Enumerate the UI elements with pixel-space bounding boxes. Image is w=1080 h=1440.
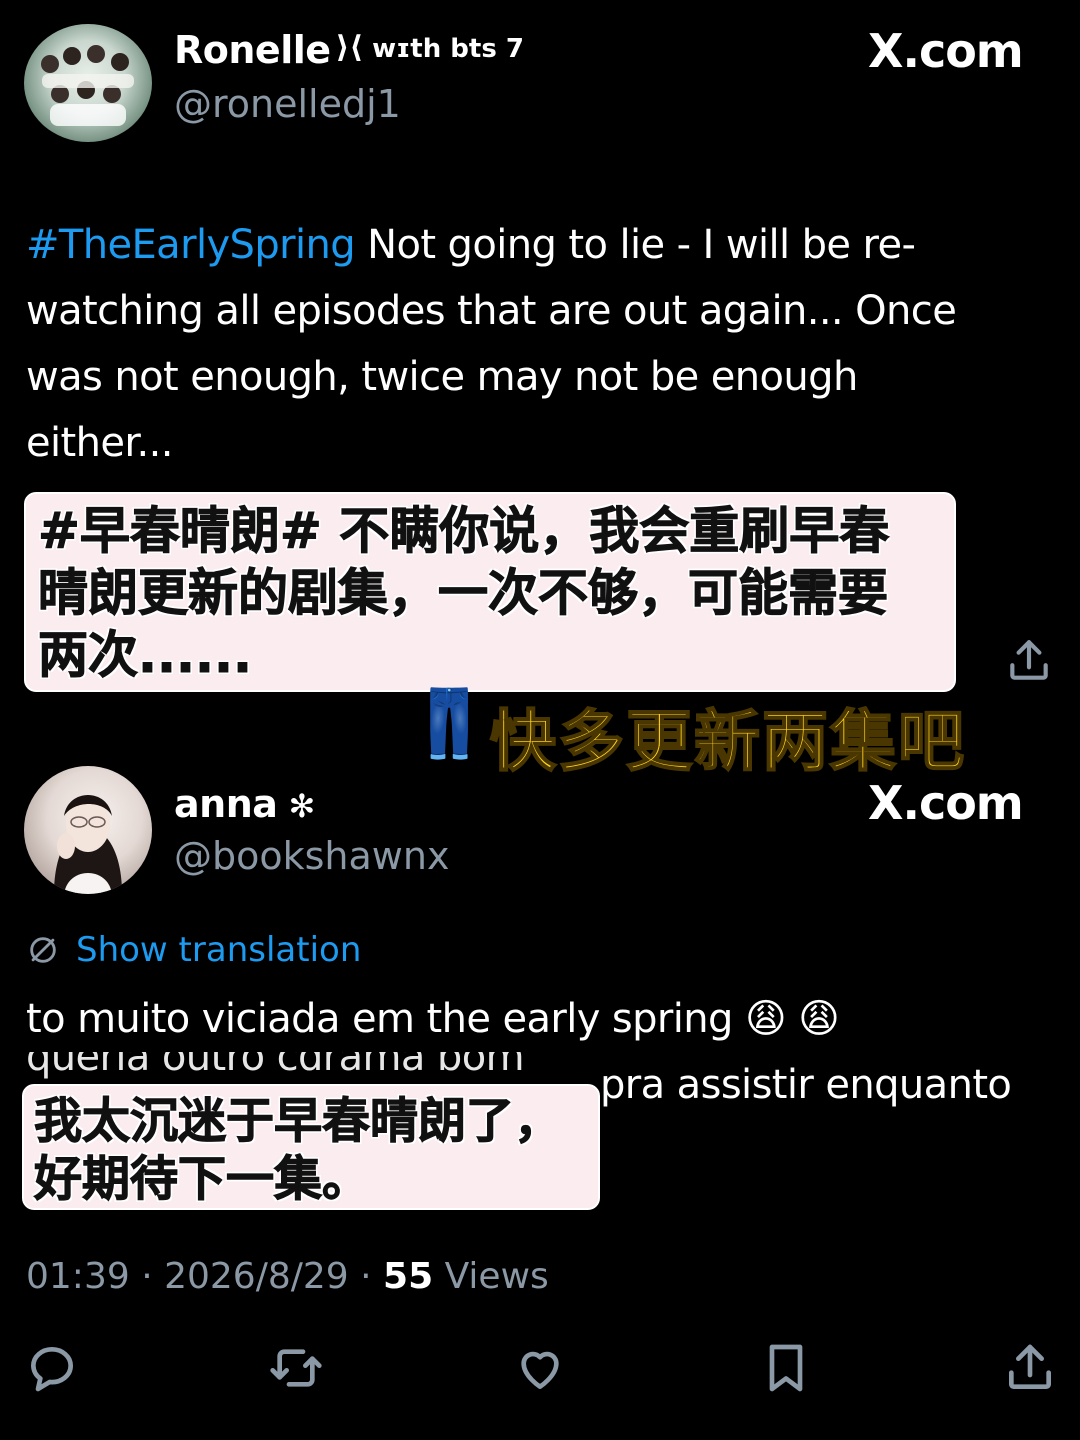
- subtitle-line: #早春晴朗# 不瞒你说，我会重刷早春: [38, 502, 890, 561]
- tweet1-display-name[interactable]: Ronelle: [174, 28, 331, 72]
- tweet2-source-watermark: X.com: [868, 776, 1024, 830]
- hashtag-link[interactable]: #TheEarlySpring: [26, 222, 356, 268]
- group-photo-avatar-image: [41, 45, 134, 126]
- overlay-caption: 快多更新两集吧: [489, 702, 966, 781]
- subtitle-line: 好期待下一集。: [34, 1151, 371, 1208]
- portrait-avatar-image: [54, 795, 122, 894]
- tweet2-display-name[interactable]: anna: [174, 782, 278, 826]
- flower-badge-icon: ✻: [288, 787, 316, 825]
- show-translation-link[interactable]: Show translation: [26, 930, 361, 970]
- tweet1-chinese-subtitle: #早春晴朗# 不瞒你说，我会重刷早春 晴朗更新的剧集，一次不够，可能需要 两次.…: [24, 492, 956, 692]
- reply-icon[interactable]: [24, 1340, 80, 1396]
- views-count: 55: [383, 1256, 434, 1297]
- like-icon[interactable]: [512, 1340, 568, 1396]
- tweet2-metadata: 01:39 · 2026/8/29 · 55 Views: [26, 1256, 549, 1297]
- tweet2-text-line2: pra assistir enquanto: [600, 1062, 1012, 1108]
- share-icon[interactable]: [1004, 636, 1054, 686]
- subtitle-line: 两次......: [38, 626, 253, 685]
- post-date[interactable]: 2026/8/29: [164, 1256, 349, 1297]
- weary-face-emoji-icon: 😩 😩: [744, 996, 840, 1042]
- avatar-anna[interactable]: [24, 766, 152, 894]
- tweet1-text: #TheEarlySpring Not going to lie - I wil…: [26, 212, 1056, 476]
- bookmark-icon[interactable]: [758, 1340, 814, 1396]
- tweet2-chinese-subtitle: 我太沉迷于早春晴朗了， 好期待下一集。: [22, 1084, 600, 1210]
- show-translation-label: Show translation: [76, 930, 362, 970]
- tweet2-author-line: anna ✻: [174, 782, 315, 826]
- tweet1-text-line4: either...: [26, 420, 173, 466]
- tweet1-name-suffix: ⟩⟨ wɪth bts 7: [335, 29, 524, 65]
- tweet1-handle[interactable]: @ronelledj1: [174, 82, 401, 126]
- translate-icon: [26, 933, 60, 967]
- tweet2-text-line1: to muito viciada em the early spring 😩 😩: [26, 996, 840, 1042]
- tweet2-text: to muito viciada em the early spring 😩 😩: [26, 986, 1056, 1052]
- jeans-emoji-icon: 👖: [408, 685, 491, 762]
- tweet1-text-line3: was not enough, twice may not be enough: [26, 354, 858, 400]
- tweet2-handle[interactable]: @bookshawnx: [174, 834, 449, 878]
- subtitle-line: 我太沉迷于早春晴朗了，: [34, 1093, 563, 1150]
- tweet1-text-line1: #TheEarlySpring Not going to lie - I wil…: [26, 222, 916, 268]
- subtitle-line: 晴朗更新的剧集，一次不够，可能需要: [38, 564, 889, 623]
- tweet1-author-line: Ronelle ⟩⟨ wɪth bts 7: [174, 28, 524, 72]
- views-label: Views: [444, 1256, 549, 1297]
- tweet1-text-line2: watching all episodes that are out again…: [26, 288, 957, 334]
- retweet-icon[interactable]: [268, 1340, 324, 1396]
- share-icon[interactable]: [1002, 1340, 1058, 1396]
- post-time[interactable]: 01:39: [26, 1256, 130, 1297]
- tweet1-source-watermark: X.com: [868, 24, 1024, 78]
- avatar-ronelle[interactable]: [24, 24, 152, 142]
